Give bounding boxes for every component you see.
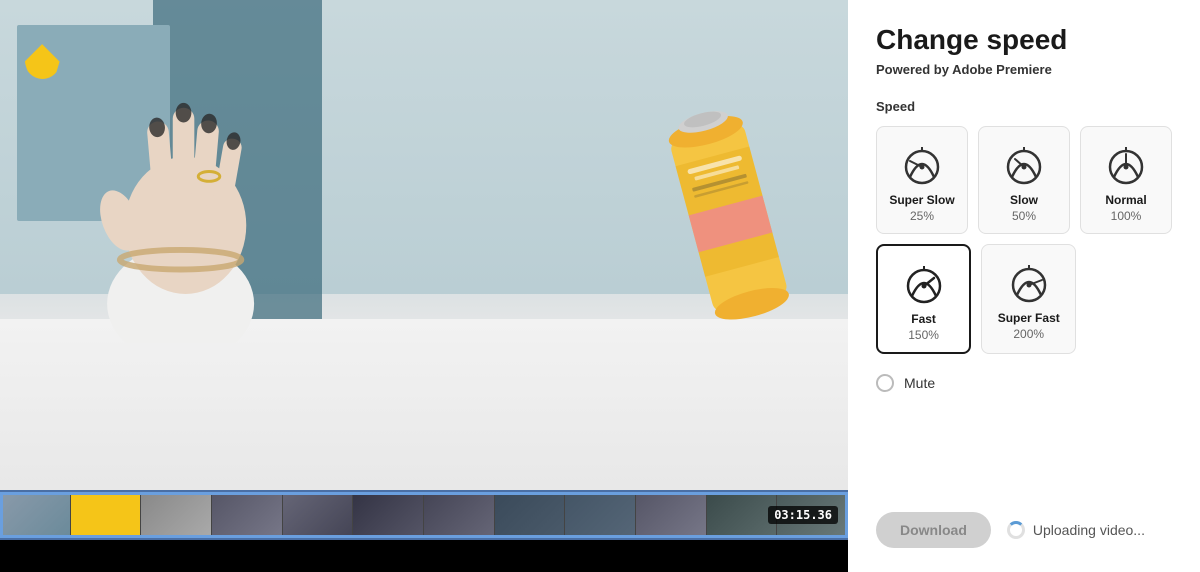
- timeline-strip[interactable]: 03:15.36: [0, 490, 848, 540]
- timeline-frame: [71, 492, 142, 538]
- panel-title: Change speed: [876, 24, 1172, 56]
- mute-row: Mute: [876, 374, 1172, 392]
- fast-name: Fast: [911, 312, 936, 326]
- video-container: [0, 0, 848, 490]
- timecode-badge: 03:15.36: [768, 506, 838, 524]
- speed-card-fast[interactable]: Fast 150%: [876, 244, 971, 354]
- timeline-frame: [141, 492, 212, 538]
- timeline-frames: [0, 492, 848, 538]
- fast-pct: 150%: [908, 328, 939, 342]
- speed-card-super-slow[interactable]: Super Slow 25%: [876, 126, 968, 234]
- fast-icon: [902, 260, 946, 304]
- upload-spinner: [1007, 521, 1025, 539]
- normal-icon: [1104, 141, 1148, 185]
- right-panel: Change speed Powered by Adobe Premiere S…: [848, 0, 1200, 572]
- download-button[interactable]: Download: [876, 512, 991, 548]
- timeline-frame: [353, 492, 424, 538]
- panel-subtitle: Powered by Adobe Premiere: [876, 62, 1172, 77]
- mute-label: Mute: [904, 375, 935, 391]
- uploading-label: Uploading video...: [1033, 522, 1145, 538]
- super-fast-icon: [1007, 259, 1051, 303]
- main-area: 03:15.36 Change speed Powered by Adobe P…: [0, 0, 1200, 572]
- timeline-frame: [283, 492, 354, 538]
- action-row: Download Uploading video...: [876, 512, 1172, 548]
- hand-graphic: [42, 49, 339, 343]
- subtitle-prefix: Powered by: [876, 62, 952, 77]
- mute-radio[interactable]: [876, 374, 894, 392]
- speed-card-slow[interactable]: Slow 50%: [978, 126, 1070, 234]
- super-slow-icon: [900, 141, 944, 185]
- slow-icon: [1002, 141, 1046, 185]
- super-slow-name: Super Slow: [889, 193, 954, 207]
- speed-section-label: Speed: [876, 99, 1172, 114]
- speed-card-normal[interactable]: Normal 100%: [1080, 126, 1172, 234]
- timeline-frame: [424, 492, 495, 538]
- super-slow-pct: 25%: [910, 209, 934, 223]
- subtitle-brand: Adobe Premiere: [952, 62, 1052, 77]
- speed-grid-top: Super Slow 25% Slow 50%: [876, 126, 1172, 234]
- uploading-indicator: Uploading video...: [1007, 521, 1145, 539]
- slow-name: Slow: [1010, 193, 1038, 207]
- timeline-frame: [495, 492, 566, 538]
- speed-grid-bottom: Fast 150% Super Fast 200%: [876, 244, 1076, 354]
- timeline-frame: [707, 492, 778, 538]
- timeline-frame: [565, 492, 636, 538]
- super-fast-name: Super Fast: [998, 311, 1060, 325]
- timeline-frame: [0, 492, 71, 538]
- super-fast-pct: 200%: [1013, 327, 1044, 341]
- slow-pct: 50%: [1012, 209, 1036, 223]
- timeline-frame: [636, 492, 707, 538]
- speed-card-super-fast[interactable]: Super Fast 200%: [981, 244, 1076, 354]
- timeline-frame: [212, 492, 283, 538]
- normal-name: Normal: [1105, 193, 1146, 207]
- normal-pct: 100%: [1111, 209, 1142, 223]
- video-panel: 03:15.36: [0, 0, 848, 572]
- video-scene: [0, 0, 848, 490]
